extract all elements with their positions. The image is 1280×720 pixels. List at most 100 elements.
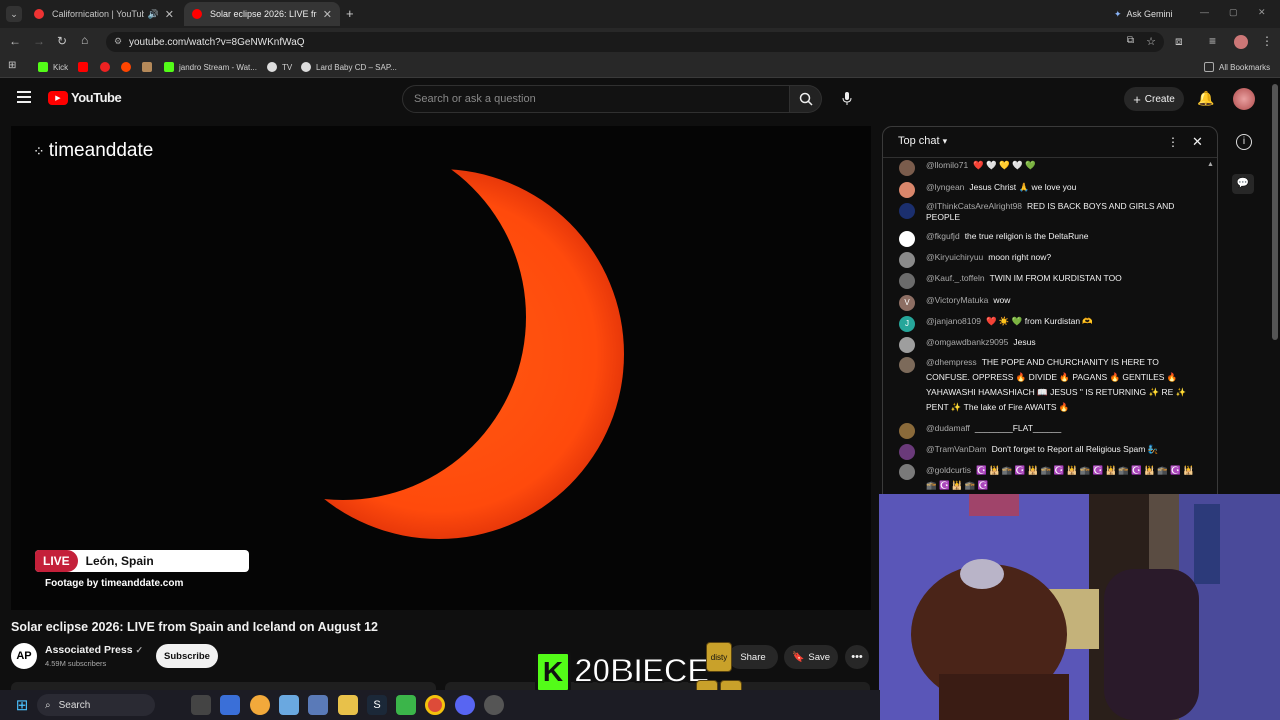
video-player[interactable]: ⁘ timeanddate LIVE León, Spain Footage b… bbox=[11, 126, 871, 610]
bookmark-label: Kick bbox=[53, 62, 69, 72]
media-controls-icon[interactable]: ≡ bbox=[1209, 34, 1216, 48]
back-icon[interactable]: ← bbox=[9, 34, 21, 48]
chat-username[interactable]: @llomilo71 bbox=[926, 160, 968, 170]
description-panel bbox=[11, 682, 436, 690]
subscribe-button[interactable]: Subscribe bbox=[156, 644, 218, 668]
ask-gemini-button[interactable]: ✦ Ask Gemini bbox=[1106, 5, 1181, 23]
chat-message: V @VictoryMatuka wow bbox=[899, 294, 1199, 311]
chat-username[interactable]: @dhempress bbox=[926, 357, 977, 367]
obs-icon[interactable] bbox=[484, 695, 504, 715]
bookmark-youtube[interactable] bbox=[78, 60, 93, 74]
new-tab-button[interactable]: + bbox=[346, 6, 354, 21]
file-explorer-icon[interactable] bbox=[338, 695, 358, 715]
chat-text: ❤️ 🤍 💛 🤍 💚 bbox=[973, 160, 1036, 170]
steam-icon[interactable]: S bbox=[367, 695, 387, 715]
weather-icon[interactable] bbox=[250, 695, 270, 715]
subscriber-count: 4.59M subscribers bbox=[45, 659, 107, 668]
chat-message: @omgawdbankz9095 Jesus bbox=[899, 336, 1199, 353]
user-avatar bbox=[899, 182, 915, 198]
all-bookmarks-button[interactable]: All Bookmarks bbox=[1204, 60, 1270, 74]
chrome-icon[interactable] bbox=[425, 695, 445, 715]
youtube-logo[interactable]: ▶ YouTube bbox=[48, 90, 122, 105]
chat-username[interactable]: @fkgufjd bbox=[926, 231, 960, 241]
chat-message: @goldcurtis ☪️ 🕌 🕋 ☪️ 🕌 🕋 ☪️ 🕌 🕋 ☪️ 🕌 🕋 ☪… bbox=[899, 463, 1199, 493]
chat-username[interactable]: @VictoryMatuka bbox=[926, 295, 988, 305]
tab-californication[interactable]: Californication | YouTube M 🔊 ✕ bbox=[26, 2, 182, 26]
windows-start-icon[interactable]: ⊞ bbox=[12, 695, 32, 715]
channel-name[interactable]: Associated Press ✓ bbox=[45, 644, 143, 656]
chat-message: @IThinkCatsAreAlright98 RED IS BACK BOYS … bbox=[899, 201, 1199, 223]
tab-solar-eclipse[interactable]: Solar eclipse 2026: LIVE from Sp ✕ bbox=[184, 2, 340, 26]
bookmark-reddit[interactable] bbox=[121, 60, 136, 74]
channel-avatar[interactable]: AP bbox=[11, 643, 37, 669]
tab-search-button[interactable]: ⌄ bbox=[6, 6, 22, 22]
mail-icon[interactable] bbox=[279, 695, 299, 715]
top-chat-dropdown[interactable]: Top chat ▾ bbox=[898, 135, 947, 147]
close-tab-icon[interactable]: ✕ bbox=[165, 8, 174, 21]
user-avatar bbox=[899, 357, 915, 373]
minimize-window-icon[interactable]: — bbox=[1200, 7, 1209, 17]
chat-username[interactable]: @janjano8109 bbox=[926, 316, 981, 326]
calculator-icon[interactable] bbox=[308, 695, 328, 715]
account-avatar[interactable] bbox=[1233, 88, 1255, 110]
scroll-up-icon[interactable]: ▲ bbox=[1207, 161, 1214, 168]
chat-username[interactable]: @goldcurtis bbox=[926, 465, 971, 475]
extensions-icon[interactable]: ⧈ bbox=[1175, 34, 1183, 49]
home-icon[interactable]: ⌂ bbox=[81, 33, 88, 47]
bookmark-icon: 🔖 bbox=[791, 651, 805, 663]
create-button[interactable]: + Create bbox=[1124, 87, 1184, 111]
bookmark-lard-baby[interactable]: Lard Baby CD – SAP... bbox=[301, 60, 397, 74]
site-info-icon[interactable]: ⚙ bbox=[114, 36, 122, 47]
reload-icon[interactable]: ↻ bbox=[57, 34, 67, 48]
info-icon[interactable]: i bbox=[1236, 134, 1252, 150]
maximize-window-icon[interactable]: ▢ bbox=[1229, 7, 1238, 18]
forward-icon[interactable]: → bbox=[33, 34, 45, 48]
task-view-icon[interactable] bbox=[191, 695, 211, 715]
chat-username[interactable]: @lyngean bbox=[926, 182, 964, 192]
chat-username[interactable]: @Kauf._.toffeln bbox=[926, 273, 985, 283]
bookmark-jandro-stream[interactable]: jandro Stream - Wat... bbox=[164, 60, 257, 74]
taskbar-search-box[interactable]: ⌕ Search bbox=[37, 694, 155, 716]
browser-menu-icon[interactable]: ⋮ bbox=[1261, 34, 1273, 48]
chat-more-icon[interactable]: ⋮ bbox=[1167, 135, 1179, 149]
save-button[interactable]: 🔖 Save bbox=[784, 645, 838, 669]
more-actions-button[interactable]: ••• bbox=[845, 645, 869, 669]
search-input[interactable]: Search or ask a question bbox=[402, 85, 790, 113]
close-window-icon[interactable]: ✕ bbox=[1258, 7, 1266, 18]
search-button[interactable] bbox=[790, 85, 822, 113]
speaker-icon[interactable]: 🔊 bbox=[148, 9, 159, 20]
chat-username[interactable]: @TramVanDam bbox=[926, 444, 987, 454]
chat-username[interactable]: @omgawdbankz9095 bbox=[926, 337, 1008, 347]
webcam-scene-image bbox=[879, 494, 1280, 720]
chat-username[interactable]: @dudamaff bbox=[926, 423, 970, 433]
chat-toggle-icon[interactable]: 💬 bbox=[1232, 174, 1254, 194]
bookmark-youtube-music[interactable] bbox=[100, 60, 115, 74]
verified-icon: ✓ bbox=[135, 645, 144, 655]
more-horizontal-icon: ••• bbox=[851, 651, 863, 663]
voice-search-button[interactable] bbox=[834, 85, 860, 113]
close-tab-icon[interactable]: ✕ bbox=[323, 8, 332, 21]
close-chat-icon[interactable]: ✕ bbox=[1192, 134, 1203, 150]
user-avatar: J bbox=[899, 316, 915, 332]
minecraft-icon[interactable] bbox=[396, 695, 416, 715]
guide-menu-icon[interactable] bbox=[17, 91, 31, 103]
create-label: Create bbox=[1144, 93, 1175, 105]
chat-username[interactable]: @IThinkCatsAreAlright98 bbox=[926, 201, 1022, 211]
user-avatar bbox=[899, 203, 915, 219]
cast-icon[interactable]: ⧉ bbox=[1127, 35, 1134, 46]
address-bar[interactable]: ⚙ youtube.com/watch?v=8GeNWKnfWaQ ⧉ ☆ bbox=[106, 32, 1164, 52]
bookmark-kick[interactable]: Kick bbox=[38, 60, 68, 74]
chat-message: @TramVanDam Don't forget to Report all Re… bbox=[899, 443, 1199, 460]
apps-grid-icon[interactable]: ⊞ bbox=[8, 60, 16, 71]
footage-credit: Footage by timeanddate.com bbox=[45, 578, 184, 589]
notifications-bell-icon[interactable]: 🔔 bbox=[1197, 90, 1214, 107]
chat-username[interactable]: @Kiryuichiryuu bbox=[926, 252, 983, 262]
profile-avatar-icon[interactable] bbox=[1234, 35, 1248, 49]
bookmark-tv[interactable]: TV bbox=[267, 60, 292, 74]
discord-icon[interactable] bbox=[455, 695, 475, 715]
widgets-icon[interactable] bbox=[220, 695, 240, 715]
youtube-music-favicon-icon bbox=[34, 9, 44, 19]
bookmark-star-icon[interactable]: ☆ bbox=[1146, 35, 1156, 48]
bookmark-site[interactable] bbox=[142, 60, 157, 74]
page-scrollbar[interactable] bbox=[1272, 84, 1278, 340]
